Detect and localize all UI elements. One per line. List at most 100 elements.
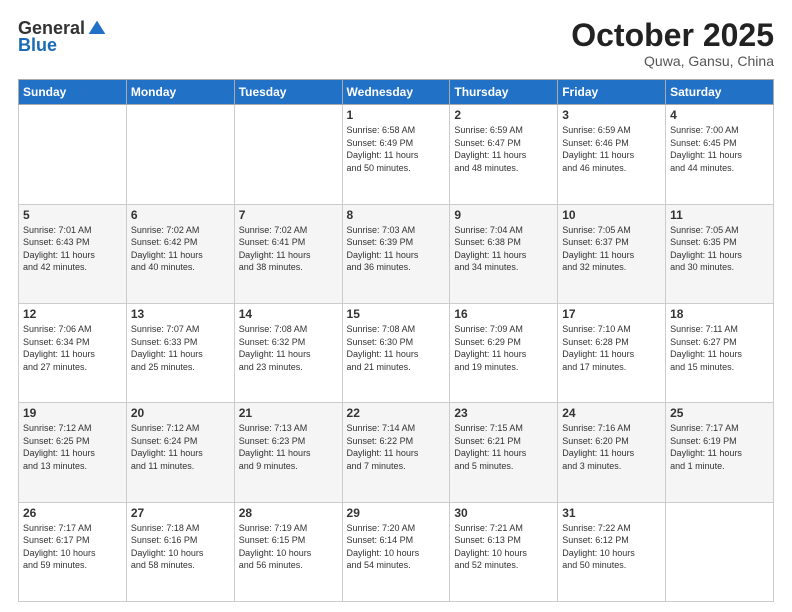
day-info: Sunrise: 7:13 AM Sunset: 6:23 PM Dayligh… bbox=[239, 422, 338, 472]
location-text: Quwa, Gansu, China bbox=[571, 53, 774, 69]
day-cell: 19Sunrise: 7:12 AM Sunset: 6:25 PM Dayli… bbox=[19, 403, 127, 502]
day-cell: 18 Sunrise: 7:11 AM Sunset: 6:27 PM Dayli… bbox=[666, 303, 774, 402]
day-cell bbox=[666, 502, 774, 601]
day-info: Sunrise: 7:04 AM Sunset: 6:38 PM Dayligh… bbox=[454, 224, 553, 274]
day-info: Sunrise: 6:59 AM Sunset: 6:46 PM Dayligh… bbox=[562, 124, 661, 174]
day-info: Sunrise: 7:22 AM Sunset: 6:12 PM Dayligh… bbox=[562, 522, 661, 572]
day-number: 21 bbox=[239, 406, 338, 420]
day-info: Sunrise: 7:16 AM Sunset: 6:20 PM Dayligh… bbox=[562, 422, 661, 472]
day-cell: 10 Sunrise: 7:05 AM Sunset: 6:37 PM Dayli… bbox=[558, 204, 666, 303]
day-number: 4 bbox=[670, 108, 769, 122]
day-info: Sunrise: 7:03 AM Sunset: 6:39 PM Dayligh… bbox=[347, 224, 446, 274]
day-cell: 27 Sunrise: 7:18 AM Sunset: 6:16 PM Dayli… bbox=[126, 502, 234, 601]
week-row-3: 12Sunrise: 7:06 AM Sunset: 6:34 PM Dayli… bbox=[19, 303, 774, 402]
weekday-header-thursday: Thursday bbox=[450, 80, 558, 105]
day-info: Sunrise: 7:02 AM Sunset: 6:42 PM Dayligh… bbox=[131, 224, 230, 274]
day-number: 17 bbox=[562, 307, 661, 321]
day-info: Sunrise: 7:05 AM Sunset: 6:37 PM Dayligh… bbox=[562, 224, 661, 274]
day-number: 24 bbox=[562, 406, 661, 420]
day-number: 13 bbox=[131, 307, 230, 321]
day-info: Sunrise: 7:08 AM Sunset: 6:32 PM Dayligh… bbox=[239, 323, 338, 373]
day-number: 26 bbox=[23, 506, 122, 520]
day-cell: 14Sunrise: 7:08 AM Sunset: 6:32 PM Dayli… bbox=[234, 303, 342, 402]
day-number: 8 bbox=[347, 208, 446, 222]
day-number: 15 bbox=[347, 307, 446, 321]
weekday-header-friday: Friday bbox=[558, 80, 666, 105]
day-number: 18 bbox=[670, 307, 769, 321]
day-cell: 21 Sunrise: 7:13 AM Sunset: 6:23 PM Dayli… bbox=[234, 403, 342, 502]
day-info: Sunrise: 7:17 AM Sunset: 6:17 PM Dayligh… bbox=[23, 522, 122, 572]
day-number: 16 bbox=[454, 307, 553, 321]
day-info: Sunrise: 7:15 AM Sunset: 6:21 PM Dayligh… bbox=[454, 422, 553, 472]
logo: General Blue bbox=[18, 18, 107, 56]
page: General Blue October 2025 Quwa, Gansu, C… bbox=[0, 0, 792, 612]
day-cell: 26 Sunrise: 7:17 AM Sunset: 6:17 PM Dayli… bbox=[19, 502, 127, 601]
weekday-header-wednesday: Wednesday bbox=[342, 80, 450, 105]
day-number: 3 bbox=[562, 108, 661, 122]
calendar-table: SundayMondayTuesdayWednesdayThursdayFrid… bbox=[18, 79, 774, 602]
weekday-header-tuesday: Tuesday bbox=[234, 80, 342, 105]
day-number: 9 bbox=[454, 208, 553, 222]
day-number: 30 bbox=[454, 506, 553, 520]
day-cell: 7 Sunrise: 7:02 AM Sunset: 6:41 PM Daylig… bbox=[234, 204, 342, 303]
day-info: Sunrise: 7:02 AM Sunset: 6:41 PM Dayligh… bbox=[239, 224, 338, 274]
day-cell: 24 Sunrise: 7:16 AM Sunset: 6:20 PM Dayli… bbox=[558, 403, 666, 502]
day-cell: 8 Sunrise: 7:03 AM Sunset: 6:39 PM Daylig… bbox=[342, 204, 450, 303]
day-info: Sunrise: 7:17 AM Sunset: 6:19 PM Dayligh… bbox=[670, 422, 769, 472]
day-info: Sunrise: 7:14 AM Sunset: 6:22 PM Dayligh… bbox=[347, 422, 446, 472]
logo-blue-text: Blue bbox=[18, 35, 57, 56]
month-title: October 2025 bbox=[571, 18, 774, 53]
day-number: 20 bbox=[131, 406, 230, 420]
day-cell: 28 Sunrise: 7:19 AM Sunset: 6:15 PM Dayli… bbox=[234, 502, 342, 601]
day-cell: 2 Sunrise: 6:59 AM Sunset: 6:47 PM Daylig… bbox=[450, 105, 558, 204]
weekday-header-sunday: Sunday bbox=[19, 80, 127, 105]
day-cell: 13 Sunrise: 7:07 AM Sunset: 6:33 PM Dayli… bbox=[126, 303, 234, 402]
day-number: 28 bbox=[239, 506, 338, 520]
weekday-header-monday: Monday bbox=[126, 80, 234, 105]
day-info: Sunrise: 7:00 AM Sunset: 6:45 PM Dayligh… bbox=[670, 124, 769, 174]
day-cell: 4 Sunrise: 7:00 AM Sunset: 6:45 PM Daylig… bbox=[666, 105, 774, 204]
day-info: Sunrise: 7:11 AM Sunset: 6:27 PM Dayligh… bbox=[670, 323, 769, 373]
day-number: 6 bbox=[131, 208, 230, 222]
week-row-5: 26 Sunrise: 7:17 AM Sunset: 6:17 PM Dayli… bbox=[19, 502, 774, 601]
day-cell: 20Sunrise: 7:12 AM Sunset: 6:24 PM Dayli… bbox=[126, 403, 234, 502]
day-cell bbox=[19, 105, 127, 204]
day-number: 29 bbox=[347, 506, 446, 520]
day-number: 23 bbox=[454, 406, 553, 420]
day-number: 2 bbox=[454, 108, 553, 122]
week-row-2: 5 Sunrise: 7:01 AM Sunset: 6:43 PM Daylig… bbox=[19, 204, 774, 303]
logo-icon bbox=[87, 19, 107, 39]
day-number: 11 bbox=[670, 208, 769, 222]
day-cell: 6 Sunrise: 7:02 AM Sunset: 6:42 PM Daylig… bbox=[126, 204, 234, 303]
day-number: 10 bbox=[562, 208, 661, 222]
header: General Blue October 2025 Quwa, Gansu, C… bbox=[18, 18, 774, 69]
day-cell bbox=[126, 105, 234, 204]
day-cell: 23 Sunrise: 7:15 AM Sunset: 6:21 PM Dayli… bbox=[450, 403, 558, 502]
day-cell bbox=[234, 105, 342, 204]
day-number: 1 bbox=[347, 108, 446, 122]
day-info: Sunrise: 6:58 AM Sunset: 6:49 PM Dayligh… bbox=[347, 124, 446, 174]
day-info: Sunrise: 7:07 AM Sunset: 6:33 PM Dayligh… bbox=[131, 323, 230, 373]
day-info: Sunrise: 7:01 AM Sunset: 6:43 PM Dayligh… bbox=[23, 224, 122, 274]
day-number: 5 bbox=[23, 208, 122, 222]
week-row-1: 1 Sunrise: 6:58 AM Sunset: 6:49 PM Daylig… bbox=[19, 105, 774, 204]
day-number: 7 bbox=[239, 208, 338, 222]
day-info: Sunrise: 7:19 AM Sunset: 6:15 PM Dayligh… bbox=[239, 522, 338, 572]
weekday-header-saturday: Saturday bbox=[666, 80, 774, 105]
day-number: 27 bbox=[131, 506, 230, 520]
day-number: 22 bbox=[347, 406, 446, 420]
day-info: Sunrise: 7:08 AM Sunset: 6:30 PM Dayligh… bbox=[347, 323, 446, 373]
day-info: Sunrise: 7:20 AM Sunset: 6:14 PM Dayligh… bbox=[347, 522, 446, 572]
week-row-4: 19Sunrise: 7:12 AM Sunset: 6:25 PM Dayli… bbox=[19, 403, 774, 502]
weekday-header-row: SundayMondayTuesdayWednesdayThursdayFrid… bbox=[19, 80, 774, 105]
day-info: Sunrise: 7:09 AM Sunset: 6:29 PM Dayligh… bbox=[454, 323, 553, 373]
day-cell: 11Sunrise: 7:05 AM Sunset: 6:35 PM Dayli… bbox=[666, 204, 774, 303]
day-info: Sunrise: 7:10 AM Sunset: 6:28 PM Dayligh… bbox=[562, 323, 661, 373]
day-info: Sunrise: 7:18 AM Sunset: 6:16 PM Dayligh… bbox=[131, 522, 230, 572]
day-info: Sunrise: 6:59 AM Sunset: 6:47 PM Dayligh… bbox=[454, 124, 553, 174]
day-cell: 5 Sunrise: 7:01 AM Sunset: 6:43 PM Daylig… bbox=[19, 204, 127, 303]
day-cell: 17 Sunrise: 7:10 AM Sunset: 6:28 PM Dayli… bbox=[558, 303, 666, 402]
day-cell: 16 Sunrise: 7:09 AM Sunset: 6:29 PM Dayli… bbox=[450, 303, 558, 402]
day-number: 19 bbox=[23, 406, 122, 420]
day-cell: 9 Sunrise: 7:04 AM Sunset: 6:38 PM Daylig… bbox=[450, 204, 558, 303]
